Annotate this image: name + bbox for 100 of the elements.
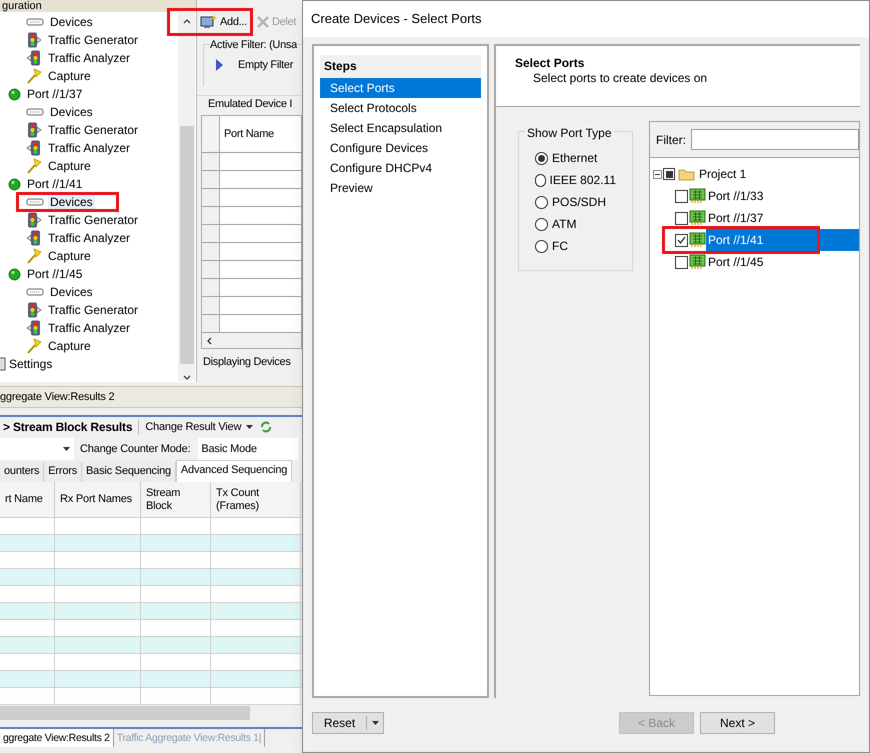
scrollbar[interactable] — [178, 11, 195, 381]
minus-icon — [655, 172, 660, 176]
traffic-light-icon — [26, 122, 42, 138]
tree-item[interactable]: Traffic Generator — [46, 32, 140, 48]
caret-icon — [246, 425, 254, 429]
row-header[interactable] — [202, 261, 220, 278]
monitor-sparkle-icon — [200, 14, 218, 30]
folder-icon — [678, 168, 695, 180]
row-header[interactable] — [202, 279, 220, 296]
tree-item[interactable]: Devices — [48, 104, 95, 120]
collapse-toggle[interactable] — [653, 170, 662, 178]
status-text: Displaying Devices — [202, 355, 292, 370]
tree-item[interactable]: Traffic Analyzer — [46, 320, 132, 336]
tab[interactable]: ggregate View:Results 2 — [0, 729, 114, 747]
tree-item[interactable]: Settings — [9, 355, 52, 373]
tree-item[interactable]: Port //1/45 — [706, 251, 859, 273]
row-header[interactable] — [202, 189, 220, 206]
scrollbar-thumb[interactable] — [180, 126, 194, 364]
column-header[interactable]: Stream Block — [141, 482, 211, 517]
tree-item[interactable]: Traffic Analyzer — [46, 230, 132, 246]
row-header[interactable] — [202, 315, 220, 332]
tree-item[interactable]: Port //1/41 — [27, 175, 82, 193]
dialog-button[interactable]: Next > — [700, 712, 775, 734]
row-header[interactable] — [202, 171, 220, 188]
tree-item[interactable]: Port //1/45 — [27, 265, 82, 283]
panel-header: ggregate View:Results 2 — [0, 386, 302, 408]
step-item[interactable]: Select Protocols — [320, 98, 481, 118]
circuit-board-icon — [689, 188, 706, 204]
row-header[interactable] — [202, 243, 220, 260]
tab[interactable]: Basic Sequencing — [82, 462, 176, 482]
column-header[interactable]: rt Name — [0, 482, 55, 517]
tab[interactable]: Advanced Sequencing — [176, 460, 292, 482]
row-header[interactable] — [202, 225, 220, 242]
radio-button[interactable] — [535, 196, 548, 208]
tree-item[interactable]: Capture — [46, 248, 93, 264]
tree-item[interactable]: Traffic Generator — [46, 212, 140, 228]
tree-item[interactable]: Traffic Analyzer — [46, 140, 132, 156]
checkbox[interactable] — [663, 168, 675, 180]
column-header[interactable]: Rx Port Names — [55, 482, 141, 517]
tree-item[interactable]: Capture — [46, 158, 93, 174]
scrollbar[interactable] — [202, 333, 301, 348]
step-item[interactable]: Select Encapsulation — [320, 118, 481, 138]
traffic-light-icon — [26, 50, 42, 66]
radio-button[interactable] — [535, 174, 546, 186]
add-button[interactable]: Add... — [199, 12, 248, 32]
row-header[interactable] — [202, 207, 220, 224]
step-item[interactable]: Configure Devices — [320, 138, 481, 158]
split-button[interactable]: Reset — [312, 712, 384, 734]
step-item[interactable]: Select Ports — [320, 78, 481, 98]
tree-item[interactable]: Devices — [48, 194, 95, 210]
tree-item[interactable]: Devices — [48, 284, 95, 300]
row-header[interactable] — [202, 153, 220, 170]
row-header[interactable] — [202, 297, 220, 314]
caret-icon — [372, 720, 378, 724]
tree-item[interactable]: Devices — [48, 14, 95, 30]
tree-item[interactable]: Traffic Generator — [46, 122, 140, 138]
step-item[interactable]: Preview — [320, 178, 481, 198]
radio-button[interactable] — [535, 240, 548, 252]
change-view-button[interactable]: Change Result View — [138, 418, 254, 436]
caret-icon — [63, 447, 70, 451]
column-header[interactable]: Tx Count (Frames) — [211, 482, 301, 517]
radio-button[interactable] — [535, 218, 548, 230]
checkbox[interactable] — [675, 190, 688, 202]
steps-header: Steps — [320, 55, 481, 78]
tree-item[interactable]: Project 1 — [699, 165, 746, 183]
filter-field[interactable] — [691, 129, 859, 150]
status-dot-icon — [8, 178, 21, 190]
tree-item[interactable]: Port //1/37 — [706, 207, 859, 229]
panel-header: guration — [0, 0, 196, 12]
chevron-left-icon — [206, 336, 212, 345]
refresh-icon — [259, 420, 274, 434]
tree-item[interactable]: Port //1/37 — [27, 85, 82, 103]
mode-field[interactable]: Basic Mode — [198, 438, 298, 460]
radio-label: Ethernet — [552, 150, 598, 167]
traffic-light-icon — [26, 212, 42, 228]
step-item[interactable]: Configure DHCPv4 — [320, 158, 481, 178]
tab[interactable]: ounters — [0, 462, 44, 482]
tree-item[interactable]: Port //1/41 — [706, 229, 859, 251]
traffic-light-icon — [26, 230, 42, 246]
device-icon — [26, 287, 44, 297]
filter-link[interactable]: Empty Filter — [238, 57, 294, 74]
tree-item[interactable]: Traffic Analyzer — [46, 50, 132, 66]
tree-item[interactable]: Traffic Generator — [46, 302, 140, 318]
checkbox[interactable] — [675, 234, 688, 246]
tab[interactable]: Errors — [44, 462, 82, 482]
radio-label: POS/SDH — [552, 194, 606, 211]
tree-item[interactable]: Port //1/33 — [706, 185, 859, 207]
circuit-board-icon — [689, 232, 706, 248]
traffic-light-icon — [26, 32, 42, 48]
device-icon — [26, 17, 44, 27]
tree-item[interactable]: Capture — [46, 68, 93, 84]
checkbox[interactable] — [675, 212, 688, 224]
radio-button[interactable] — [535, 152, 548, 164]
traffic-light-icon — [26, 302, 42, 318]
scrollbar-thumb[interactable] — [0, 706, 250, 720]
circuit-board-icon — [689, 210, 706, 226]
column-header[interactable]: Port Name — [220, 116, 274, 152]
traffic-light-icon — [26, 320, 42, 336]
checkbox[interactable] — [675, 256, 688, 268]
tree-item[interactable]: Capture — [46, 338, 93, 354]
